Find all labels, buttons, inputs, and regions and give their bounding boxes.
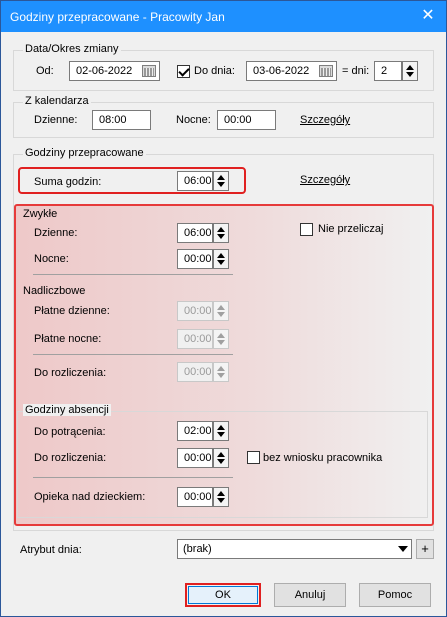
- do-potracenia-spinner[interactable]: [213, 421, 229, 441]
- atrybut-select[interactable]: (brak): [177, 539, 412, 559]
- platne-dzienne-label: Płatne dzienne:: [34, 305, 110, 317]
- group-z-kalendarza-legend: Z kalendarza: [23, 95, 91, 107]
- spin-down-icon: [217, 340, 225, 345]
- close-icon[interactable]: ✕: [418, 6, 438, 26]
- nadl-do-rozliczenia-spinner: [213, 362, 229, 382]
- spin-down-icon[interactable]: [217, 260, 225, 265]
- bez-wniosku-label: bez wniosku pracownika: [263, 452, 383, 464]
- spin-down-icon[interactable]: [217, 459, 225, 464]
- title-bar: Godziny przepracowane - Pracowity Jan ✕: [1, 1, 446, 32]
- do-potracenia-label: Do potrącenia:: [34, 426, 106, 438]
- kal-dzienne-field[interactable]: 08:00: [92, 110, 151, 130]
- spin-down-icon[interactable]: [217, 182, 225, 187]
- anuluj-button[interactable]: Anuluj: [274, 583, 346, 607]
- calendar-icon[interactable]: [319, 65, 333, 77]
- spin-up-icon[interactable]: [217, 425, 225, 430]
- spin-up-icon[interactable]: [217, 175, 225, 180]
- spin-down-icon: [217, 373, 225, 378]
- opieka-label: Opieka nad dzieckiem:: [34, 491, 146, 503]
- dni-label: = dni:: [342, 65, 370, 77]
- separator: [33, 274, 233, 275]
- abs-do-rozliczenia-label: Do rozliczenia:: [34, 452, 107, 464]
- pomoc-button[interactable]: Pomoc: [359, 583, 431, 607]
- suma-godzin-label: Suma godzin:: [34, 176, 102, 188]
- spin-up-icon: [217, 333, 225, 338]
- bez-wniosku-checkbox[interactable]: [247, 451, 260, 464]
- spin-up-icon[interactable]: [406, 65, 414, 70]
- spin-up-icon[interactable]: [217, 253, 225, 258]
- kal-nocne-label: Nocne:: [176, 114, 211, 126]
- zwykle-heading: Zwykłe: [23, 208, 58, 220]
- zwykle-nocne-spinner[interactable]: [213, 249, 229, 269]
- kal-szczegoly-link[interactable]: Szczegóły: [300, 114, 350, 126]
- group-godziny-absencji-legend: Godziny absencji: [23, 404, 111, 416]
- spin-up-icon[interactable]: [217, 227, 225, 232]
- dni-field[interactable]: 2: [374, 61, 402, 81]
- do-dnia-checkbox[interactable]: [177, 65, 190, 78]
- separator: [33, 354, 233, 355]
- platne-dzienne-field: 00:00: [177, 301, 213, 321]
- spin-up-icon[interactable]: [217, 491, 225, 496]
- calendar-icon[interactable]: [142, 65, 156, 77]
- do-dnia-label: Do dnia:: [194, 65, 235, 77]
- platne-nocne-spinner: [213, 329, 229, 349]
- nie-przeliczaj-checkbox[interactable]: [300, 223, 313, 236]
- dialog-window: Godziny przepracowane - Pracowity Jan ✕ …: [0, 0, 447, 617]
- dni-spinner[interactable]: [402, 61, 418, 81]
- od-label: Od:: [36, 65, 54, 77]
- opieka-field[interactable]: 00:00: [177, 487, 213, 507]
- spin-up-icon[interactable]: [217, 452, 225, 457]
- zwykle-dzienne-spinner[interactable]: [213, 223, 229, 243]
- platne-dzienne-spinner: [213, 301, 229, 321]
- spin-up-icon: [217, 305, 225, 310]
- zwykle-nocne-field[interactable]: 00:00: [177, 249, 213, 269]
- spin-down-icon[interactable]: [406, 72, 414, 77]
- suma-godzin-spinner[interactable]: [213, 171, 229, 191]
- spin-down-icon[interactable]: [217, 234, 225, 239]
- kal-dzienne-label: Dzienne:: [34, 114, 78, 126]
- kal-nocne-field[interactable]: 00:00: [217, 110, 276, 130]
- ok-button[interactable]: OK: [188, 586, 258, 604]
- do-potracenia-field[interactable]: 02:00: [177, 421, 213, 441]
- atrybut-add-button[interactable]: +: [416, 539, 434, 559]
- spin-down-icon: [217, 312, 225, 317]
- spin-up-icon: [217, 366, 225, 371]
- zwykle-nocne-label: Nocne:: [34, 253, 69, 265]
- window-title: Godziny przepracowane - Pracowity Jan: [10, 10, 225, 24]
- abs-do-rozliczenia-spinner[interactable]: [213, 448, 229, 468]
- nadl-do-rozliczenia-label: Do rozliczenia:: [34, 367, 107, 379]
- suma-godzin-field[interactable]: 06:00: [177, 171, 213, 191]
- platne-nocne-label: Płatne nocne:: [34, 333, 102, 345]
- przep-szczegoly-link[interactable]: Szczegóły: [300, 174, 350, 186]
- nadl-do-rozliczenia-field: 00:00: [177, 362, 213, 382]
- spin-down-icon[interactable]: [217, 498, 225, 503]
- platne-nocne-field: 00:00: [177, 329, 213, 349]
- chevron-down-icon[interactable]: [398, 546, 408, 552]
- opieka-spinner[interactable]: [213, 487, 229, 507]
- nadliczbowe-heading: Nadliczbowe: [23, 285, 86, 297]
- group-godziny-przepracowane-legend: Godziny przepracowane: [23, 147, 146, 159]
- separator: [33, 477, 233, 478]
- zwykle-dzienne-label: Dzienne:: [34, 227, 78, 239]
- zwykle-dzienne-field[interactable]: 06:00: [177, 223, 213, 243]
- group-data-okres-legend: Data/Okres zmiany: [23, 43, 121, 55]
- atrybut-label: Atrybut dnia:: [20, 544, 82, 556]
- nie-przeliczaj-label: Nie przeliczaj: [318, 223, 384, 235]
- spin-down-icon[interactable]: [217, 432, 225, 437]
- abs-do-rozliczenia-field[interactable]: 00:00: [177, 448, 213, 468]
